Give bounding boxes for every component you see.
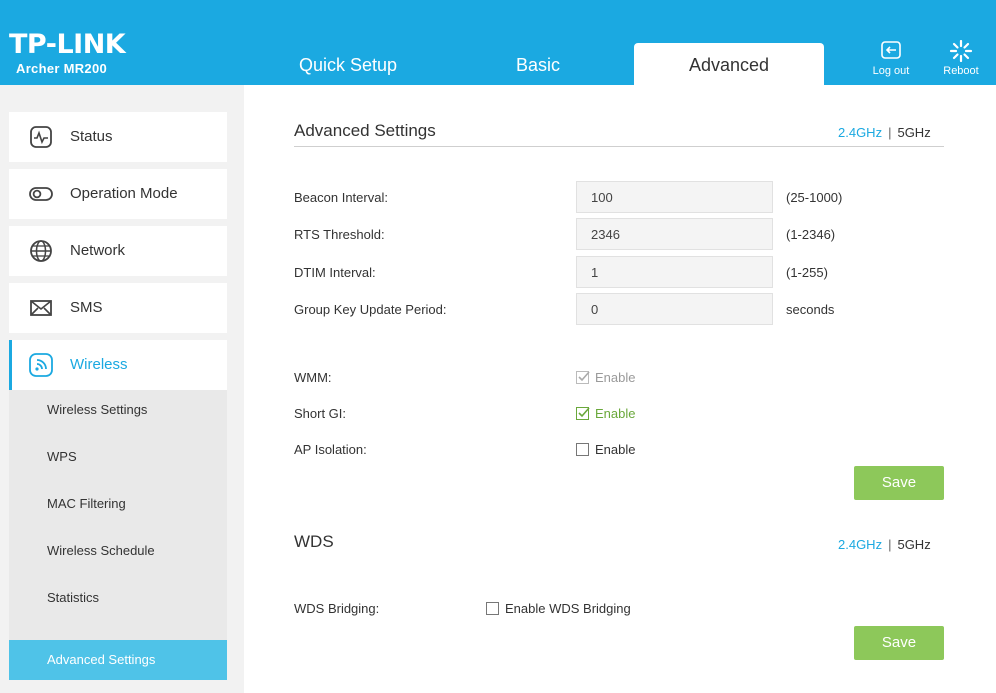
- dtim-interval-input[interactable]: [576, 256, 773, 288]
- tp-link-logo: TP-LINK: [9, 29, 126, 60]
- wireless-submenu: Wireless Settings WPS MAC Filtering Wire…: [9, 390, 227, 680]
- ap-isolation-checkbox[interactable]: Enable: [576, 442, 635, 457]
- status-icon: [30, 126, 52, 148]
- wmm-checkbox[interactable]: Enable: [576, 370, 635, 385]
- checkbox-box: [576, 443, 589, 456]
- wds-bridging-option-label: Enable WDS Bridging: [505, 601, 631, 616]
- check-icon: [578, 371, 590, 382]
- sidebar-item-sms[interactable]: SMS: [9, 283, 227, 333]
- rts-threshold-label: RTS Threshold:: [294, 227, 385, 242]
- wmm-option-label: Enable: [595, 370, 636, 385]
- dtim-interval-label: DTIM Interval:: [294, 265, 376, 280]
- model-name: Archer MR200: [16, 61, 108, 76]
- sidebar-item-label: Operation Mode: [70, 185, 178, 202]
- sidebar-item-label: SMS: [70, 299, 103, 316]
- ap-isolation-option-label: Enable: [595, 442, 636, 457]
- rts-threshold-range: (1-2346): [786, 227, 836, 242]
- subnav-mac-filtering[interactable]: MAC Filtering: [9, 484, 227, 524]
- band-24ghz-link[interactable]: 2.4GHz: [838, 125, 882, 140]
- checkbox-box: [576, 407, 590, 420]
- wds-bridging-checkbox[interactable]: Enable WDS Bridging: [486, 601, 631, 616]
- subnav-wps[interactable]: WPS: [9, 437, 227, 477]
- sidebar: Status Operation Mode Network SMS Wirele…: [0, 85, 244, 693]
- beacon-interval-label: Beacon Interval:: [294, 190, 388, 205]
- top-header: TP-LINK Archer MR200 Quick Setup Basic A…: [0, 0, 996, 85]
- sidebar-item-operation-mode[interactable]: Operation Mode: [9, 169, 227, 219]
- tab-advanced[interactable]: Advanced: [634, 43, 824, 85]
- checkbox-box: [486, 602, 499, 615]
- band-separator: |: [888, 537, 892, 552]
- logout-icon: [881, 41, 901, 59]
- sidebar-item-wireless[interactable]: Wireless: [9, 340, 227, 390]
- save-button[interactable]: Save: [854, 466, 944, 500]
- sidebar-item-status[interactable]: Status: [9, 112, 227, 162]
- wmm-label: WMM:: [294, 370, 332, 385]
- beacon-interval-input[interactable]: [576, 181, 773, 213]
- logout-label: Log out: [872, 65, 910, 77]
- sidebar-item-label: Wireless: [70, 356, 128, 373]
- wds-bridging-label: WDS Bridging:: [294, 601, 380, 616]
- sidebar-item-label: Status: [70, 128, 113, 145]
- subnav-statistics[interactable]: Statistics: [9, 578, 227, 618]
- band-separator: |: [888, 125, 892, 140]
- check-icon: [578, 407, 590, 418]
- wds-band-5ghz-link[interactable]: 5GHz: [897, 537, 930, 552]
- globe-icon: [30, 240, 52, 262]
- group-key-update-unit: seconds: [786, 302, 835, 317]
- wds-title: WDS: [294, 532, 334, 551]
- main-content: Advanced Settings 2.4GHz | 5GHz Beacon Int…: [244, 85, 996, 693]
- reboot-button[interactable]: Reboot: [934, 40, 988, 77]
- band-5ghz-link[interactable]: 5GHz: [897, 125, 930, 140]
- subnav-wireless-settings[interactable]: Wireless Settings: [9, 390, 227, 430]
- wireless-icon: [29, 353, 53, 377]
- subnav-wireless-schedule[interactable]: Wireless Schedule: [9, 531, 227, 571]
- short-gi-label: Short GI:: [294, 406, 347, 421]
- rts-threshold-input[interactable]: [576, 218, 773, 250]
- tab-basic[interactable]: Basic: [443, 43, 633, 85]
- reboot-icon: [949, 40, 973, 62]
- wds-save-button[interactable]: Save: [854, 626, 944, 660]
- tab-quick-setup[interactable]: Quick Setup: [253, 43, 443, 85]
- short-gi-option-label: Enable: [595, 406, 636, 421]
- section-divider: [294, 146, 944, 147]
- envelope-icon: [30, 300, 52, 316]
- sidebar-item-label: Network: [70, 242, 126, 259]
- short-gi-checkbox[interactable]: Enable: [576, 406, 635, 421]
- beacon-interval-range: (25-1000): [786, 190, 843, 205]
- wds-band-selector: 2.4GHz | 5GHz: [838, 537, 931, 552]
- logout-button[interactable]: Log out: [864, 40, 918, 77]
- dtim-interval-range: (1-255): [786, 265, 828, 280]
- reboot-label: Reboot: [943, 65, 979, 77]
- ap-isolation-label: AP Isolation:: [294, 442, 367, 457]
- subnav-advanced-settings[interactable]: Advanced Settings: [9, 640, 227, 680]
- sidebar-item-network[interactable]: Network: [9, 226, 227, 276]
- operation-mode-icon: [29, 187, 53, 201]
- band-selector: 2.4GHz | 5GHz: [838, 125, 931, 140]
- group-key-update-label: Group Key Update Period:: [294, 302, 447, 317]
- group-key-update-input[interactable]: [576, 293, 773, 325]
- advanced-settings-title: Advanced Settings: [294, 121, 436, 140]
- wds-band-24ghz-link[interactable]: 2.4GHz: [838, 537, 882, 552]
- checkbox-box: [576, 371, 590, 384]
